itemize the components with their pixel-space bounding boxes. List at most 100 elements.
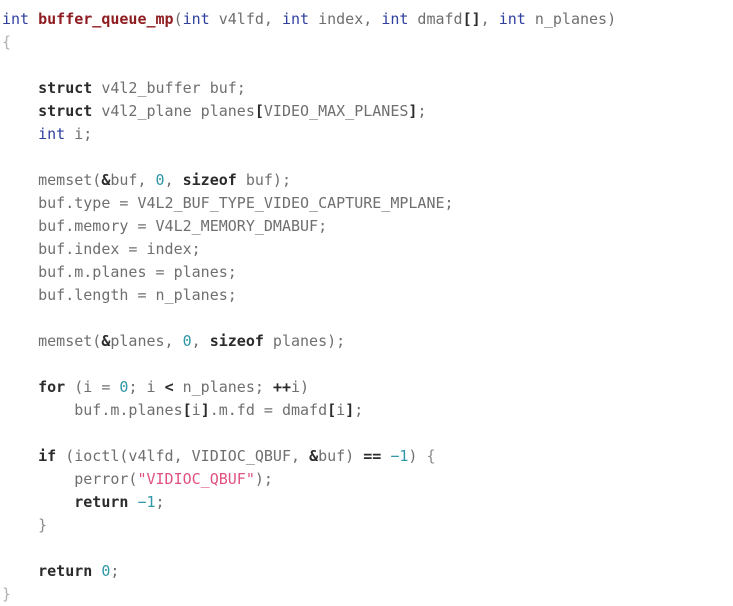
code-token: n_planes) [525,10,617,28]
code-token: i) [291,378,310,396]
code-line: return 0; [2,560,733,583]
code-line: int buffer_queue_mp(int v4lfd, int index… [2,8,733,31]
code-token: int [182,10,210,28]
code-line: struct v4l2_buffer buf; [2,77,733,100]
code-token: "VIDIOC_QBUF" [137,470,255,488]
code-token: v4lfd, [209,10,282,28]
code-token: , [191,332,210,350]
code-token: == [363,447,382,465]
code-token: } [2,585,12,603]
code-token: return [74,493,129,511]
code-token: v4l2_plane planes [92,102,255,120]
code-token: < [164,378,174,396]
code-line: return −1; [2,491,733,514]
code-token: [] [462,10,481,28]
code-token: (i = [65,378,120,396]
code-token: i [336,401,346,419]
code-line: buf.type = V4L2_BUF_TYPE_VIDEO_CAPTURE_M… [2,192,733,215]
code-token: dmafd [408,10,463,28]
code-line: } [2,514,733,537]
code-token: buf.m.planes [74,401,183,419]
code-line: int i; [2,123,733,146]
code-token: buf.m.planes = planes; [38,263,237,281]
code-token: i [191,401,201,419]
code-token: ] [345,401,355,419]
code-token: ; [155,493,165,511]
code-listing: int buffer_queue_mp(int v4lfd, int index… [0,0,733,606]
code-token: { [426,447,436,465]
code-token: & [309,447,319,465]
code-token: memset( [38,332,102,350]
code-token: sizeof [182,171,237,189]
code-token: 0 [155,171,165,189]
code-token: ] [200,401,210,419]
code-token: , [164,171,183,189]
code-line: if (ioctl(v4lfd, VIDIOC_QBUF, &buf) == −… [2,445,733,468]
code-line: buf.memory = V4L2_MEMORY_DMABUF; [2,215,733,238]
code-token: buf) [318,447,364,465]
code-token: return [38,562,93,580]
code-token: [ [182,401,192,419]
code-token: .m.fd = dmafd [209,401,328,419]
code-token: buffer_queue_mp [38,10,174,28]
code-token: n_planes; [173,378,273,396]
code-token: v4l2_buffer buf; [92,79,246,97]
code-token: ) [408,447,427,465]
code-token: int [498,10,526,28]
code-token: perror( [74,470,138,488]
code-token: { [2,33,12,51]
code-line: memset(&buf, 0, sizeof buf); [2,169,733,192]
code-token: ; [417,102,427,120]
code-line: for (i = 0; i < n_planes; ++i) [2,376,733,399]
code-line: memset(&planes, 0, sizeof planes); [2,330,733,353]
code-line: } [2,583,733,606]
code-token: ; i [128,378,165,396]
code-token: if [38,447,57,465]
code-token: int [2,10,30,28]
code-token: (ioctl(v4lfd, VIDIOC_QBUF, [56,447,310,465]
code-token: ( [173,10,183,28]
code-line: perror("VIDIOC_QBUF"); [2,468,733,491]
code-token: memset( [38,171,102,189]
code-token: int [381,10,409,28]
code-token: −1 [390,447,409,465]
code-token: i; [65,125,93,143]
code-token: for [38,378,66,396]
code-token: [ [254,102,264,120]
code-token: struct [38,79,93,97]
code-token: sizeof [209,332,264,350]
code-token: planes); [263,332,346,350]
code-token: VIDEO_MAX_PLANES [263,102,409,120]
code-token: buf.memory = V4L2_MEMORY_DMABUF; [38,217,328,235]
code-token: index, [309,10,382,28]
code-token: , [480,10,499,28]
code-line: { [2,31,733,54]
code-token: buf.index = index; [38,240,201,258]
code-token: 0 [182,332,192,350]
code-token: [ [327,401,337,419]
code-token: } [38,516,48,534]
code-line: struct v4l2_plane planes[VIDEO_MAX_PLANE… [2,100,733,123]
code-token: buf.length = n_planes; [38,286,237,304]
code-token: ++ [272,378,291,396]
code-token: ; [110,562,120,580]
